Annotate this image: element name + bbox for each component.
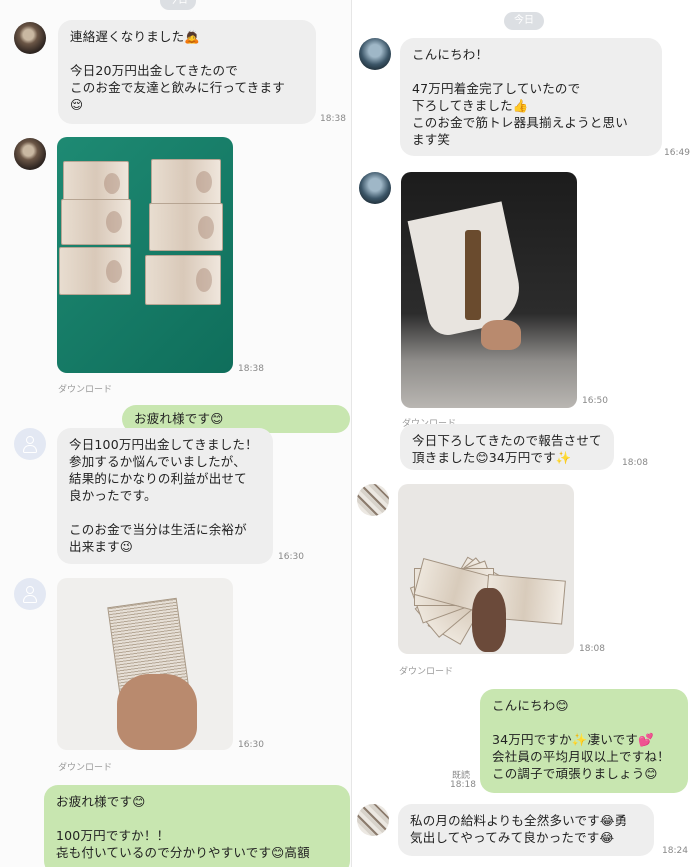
hand xyxy=(117,674,197,750)
message-time: 18:24 xyxy=(662,846,688,856)
message-time: 18:08 xyxy=(579,644,605,654)
message-bubble-outgoing: お疲れ様です😊 100万円ですか！！ 㐂も付いているので分かりやすいです😊高額 xyxy=(44,785,350,867)
hand xyxy=(472,588,506,652)
banknote xyxy=(61,199,131,245)
photo-envelope-with-cash[interactable] xyxy=(401,172,577,408)
photo-fanned-cash[interactable] xyxy=(398,484,574,654)
message-bubble: 今日100万円出金してきました！ 参加するか悩んでいましたが、 結果的にかなりの… xyxy=(57,428,273,564)
message-time: 16:30 xyxy=(278,552,304,562)
date-pill: 今日 xyxy=(504,12,544,30)
banknote xyxy=(145,255,221,305)
sender-avatar[interactable] xyxy=(357,804,389,836)
download-link[interactable]: ダウンロード xyxy=(58,382,112,395)
message-bubble: 私の月の給料よりも全然多いです😂勇 気出してやってみて良かったです😂 xyxy=(398,804,654,856)
download-link[interactable]: ダウンロード xyxy=(399,664,453,677)
banknote-stack xyxy=(465,230,481,320)
message-bubble: こんにちわ！ 47万円着金完了していたので 下ろしてきました👍 このお金で筋トレ… xyxy=(400,38,662,156)
hand xyxy=(481,320,521,350)
banknote xyxy=(151,159,221,205)
message-time: 18:18 xyxy=(450,780,476,790)
default-user-avatar-icon[interactable] xyxy=(14,428,46,460)
message-time: 18:38 xyxy=(238,364,264,374)
photo-cash-stack-in-hand[interactable] xyxy=(57,578,233,750)
sender-avatar[interactable] xyxy=(14,138,46,170)
message-time: 16:49 xyxy=(664,148,690,158)
date-pill: 今日 xyxy=(160,0,196,10)
message-time: 18:38 xyxy=(320,114,346,124)
sender-avatar[interactable] xyxy=(359,172,391,204)
message-bubble-outgoing: こんにちわ😊 34万円ですか✨凄いです💕 会社員の平均月収以上ですね！ この調子… xyxy=(480,689,688,793)
message-time: 16:50 xyxy=(582,396,608,406)
banknote xyxy=(59,247,131,295)
download-link[interactable]: ダウンロード xyxy=(58,760,112,773)
message-time: 16:30 xyxy=(238,740,264,750)
right-chat-panel: 今日 こんにちわ！ 47万円着金完了していたので 下ろしてきました👍 このお金で… xyxy=(352,0,700,867)
banknote xyxy=(149,203,223,251)
sender-avatar[interactable] xyxy=(357,484,389,516)
default-user-avatar-icon[interactable] xyxy=(14,578,46,610)
sender-avatar[interactable] xyxy=(14,22,46,54)
sender-avatar[interactable] xyxy=(359,38,391,70)
message-time: 18:08 xyxy=(622,458,648,468)
message-bubble: 今日下ろしてきたので報告させて 頂きました😊34万円です✨ xyxy=(400,424,614,470)
photo-cash-bills[interactable] xyxy=(57,137,233,373)
left-chat-panel: 今日 連絡遅くなりました🙇 今日20万円出金してきたので このお金で友達と飲みに… xyxy=(0,0,352,867)
message-bubble: 連絡遅くなりました🙇 今日20万円出金してきたので このお金で友達と飲みに行って… xyxy=(58,20,316,124)
